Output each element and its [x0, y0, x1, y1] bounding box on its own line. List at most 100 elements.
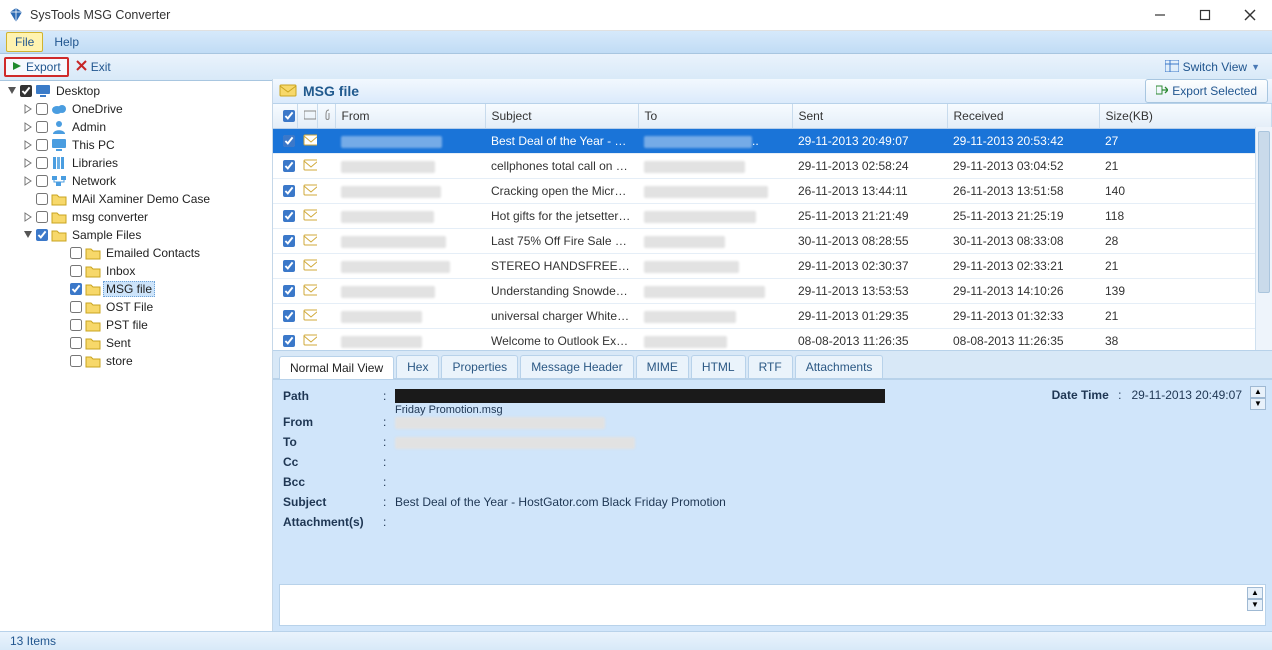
body-spin-down-icon[interactable]: ▼ — [1247, 599, 1263, 611]
header-read-icon[interactable] — [297, 104, 317, 129]
tab-mime[interactable]: MIME — [636, 355, 689, 378]
tree-checkbox[interactable] — [70, 337, 82, 349]
tab-html[interactable]: HTML — [691, 355, 746, 378]
tree-item[interactable]: OneDrive — [20, 100, 272, 118]
tree-item[interactable]: Sent — [54, 334, 272, 352]
preview-body[interactable]: ▲ ▼ — [279, 584, 1266, 626]
header-sent[interactable]: Sent — [792, 104, 947, 129]
table-row[interactable]: Best Deal of the Year - Host.....29-11-2… — [273, 129, 1272, 154]
table-row[interactable]: STEREO HANDSFREE WHIT...29-11-2013 02:30… — [273, 254, 1272, 279]
spin-up-icon[interactable]: ▲ — [1250, 386, 1266, 398]
folder-icon — [85, 263, 101, 279]
minimize-button[interactable] — [1137, 0, 1182, 30]
table-row[interactable]: Last 75% Off Fire Sale of th...30-11-201… — [273, 229, 1272, 254]
attachment-cell — [317, 279, 335, 304]
expand-icon[interactable] — [22, 193, 34, 205]
tree-checkbox[interactable] — [36, 139, 48, 151]
tree-root-desktop[interactable]: Desktop — [4, 82, 272, 100]
tab-attachments[interactable]: Attachments — [795, 355, 884, 378]
scrollbar-thumb[interactable] — [1258, 131, 1270, 293]
tree-item[interactable]: msg converter — [20, 208, 272, 226]
tree-checkbox[interactable] — [70, 355, 82, 367]
table-row[interactable]: universal charger White Fri...29-11-2013… — [273, 304, 1272, 329]
table-row[interactable]: Understanding Snowden's...29-11-2013 13:… — [273, 279, 1272, 304]
body-spin-up-icon[interactable]: ▲ — [1247, 587, 1263, 599]
row-checkbox-cell[interactable] — [273, 229, 297, 254]
statusbar: 13 Items — [0, 631, 1272, 650]
tab-message-header[interactable]: Message Header — [520, 355, 633, 378]
tree-checkbox[interactable] — [36, 211, 48, 223]
switch-view-button[interactable]: Switch View ▼ — [1157, 58, 1268, 77]
header-to[interactable]: To — [638, 104, 792, 129]
tree-checkbox[interactable] — [70, 283, 82, 295]
tree-label: Inbox — [103, 264, 138, 278]
tree-item[interactable]: Sample Files — [20, 226, 272, 244]
expand-icon[interactable] — [22, 157, 34, 169]
tree-item[interactable]: MSG file — [54, 280, 272, 298]
tab-normal-mail-view[interactable]: Normal Mail View — [279, 356, 394, 379]
table-row[interactable]: Cracking open the Microso...26-11-2013 1… — [273, 179, 1272, 204]
row-checkbox-cell[interactable] — [273, 129, 297, 154]
table-row[interactable]: Hot gifts for the jetsetter o...25-11-20… — [273, 204, 1272, 229]
tree-checkbox[interactable] — [36, 103, 48, 115]
row-checkbox-cell[interactable] — [273, 304, 297, 329]
expand-icon[interactable] — [22, 121, 34, 133]
tree-item[interactable]: PST file — [54, 316, 272, 334]
tree-checkbox[interactable] — [70, 265, 82, 277]
tree-item[interactable]: Network — [20, 172, 272, 190]
row-checkbox-cell[interactable] — [273, 254, 297, 279]
expand-icon[interactable] — [22, 175, 34, 187]
meta-spinner[interactable]: ▲ ▼ — [1250, 386, 1266, 410]
tab-rtf[interactable]: RTF — [748, 355, 793, 378]
spin-down-icon[interactable]: ▼ — [1250, 398, 1266, 410]
tree-item[interactable]: Libraries — [20, 154, 272, 172]
grid-scrollbar[interactable] — [1255, 127, 1272, 350]
row-checkbox-cell[interactable] — [273, 329, 297, 351]
tab-properties[interactable]: Properties — [441, 355, 518, 378]
row-checkbox-cell[interactable] — [273, 204, 297, 229]
tree-checkbox[interactable] — [36, 229, 48, 241]
maximize-button[interactable] — [1182, 0, 1227, 30]
header-from[interactable]: From — [335, 104, 485, 129]
header-select-all[interactable] — [273, 104, 297, 129]
row-checkbox-cell[interactable] — [273, 154, 297, 179]
tree-item[interactable]: OST File — [54, 298, 272, 316]
tree-checkbox[interactable] — [36, 175, 48, 187]
menu-file[interactable]: File — [6, 32, 43, 52]
datetime-label: Date Time — [1052, 388, 1109, 402]
tree-item[interactable]: Emailed Contacts — [54, 244, 272, 262]
exit-button[interactable]: Exit — [69, 57, 118, 77]
collapse-icon[interactable] — [6, 85, 18, 97]
tree-item[interactable]: store — [54, 352, 272, 370]
tree-item[interactable]: MAil Xaminer Demo Case — [20, 190, 272, 208]
tree-checkbox[interactable] — [70, 247, 82, 259]
tree-checkbox[interactable] — [20, 85, 32, 97]
row-checkbox-cell[interactable] — [273, 179, 297, 204]
tree-checkbox[interactable] — [70, 301, 82, 313]
table-row[interactable]: cellphones total call on sale29-11-2013 … — [273, 154, 1272, 179]
tree-checkbox[interactable] — [36, 193, 48, 205]
header-attachment-icon[interactable] — [317, 104, 335, 129]
expand-icon[interactable] — [22, 139, 34, 151]
attachment-cell — [317, 204, 335, 229]
tree-item[interactable]: This PC — [20, 136, 272, 154]
row-checkbox-cell[interactable] — [273, 279, 297, 304]
header-size[interactable]: Size(KB) — [1099, 104, 1272, 129]
menu-help[interactable]: Help — [45, 31, 88, 53]
header-subject[interactable]: Subject — [485, 104, 638, 129]
tab-hex[interactable]: Hex — [396, 355, 439, 378]
tree-checkbox[interactable] — [70, 319, 82, 331]
header-received[interactable]: Received — [947, 104, 1099, 129]
close-button[interactable] — [1227, 0, 1272, 30]
expand-icon[interactable] — [22, 103, 34, 115]
to-cell — [638, 229, 792, 254]
tree-checkbox[interactable] — [36, 157, 48, 169]
table-row[interactable]: Welcome to Outlook Expre...08-08-2013 11… — [273, 329, 1272, 351]
tree-checkbox[interactable] — [36, 121, 48, 133]
export-selected-button[interactable]: Export Selected — [1145, 79, 1268, 103]
export-button[interactable]: Export — [4, 57, 69, 77]
tree-item[interactable]: Admin — [20, 118, 272, 136]
expand-icon[interactable] — [22, 211, 34, 223]
tree-item[interactable]: Inbox — [54, 262, 272, 280]
collapse-icon[interactable] — [22, 229, 34, 241]
